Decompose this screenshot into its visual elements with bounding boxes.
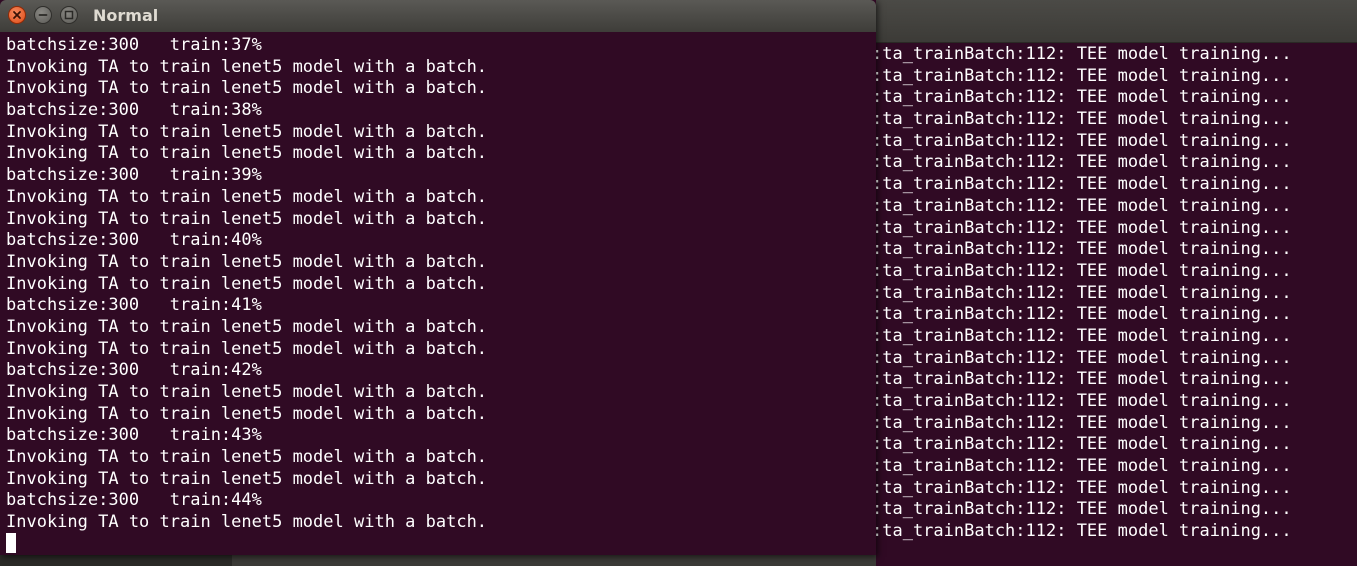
terminal-output: batchsize:300 train:37% Invoking TA to tr… (6, 35, 487, 534)
background-terminal-line: :ta_trainBatch:112: TEE model training..… (872, 347, 1292, 368)
maximize-icon (64, 10, 74, 20)
window-title: Normal (93, 6, 159, 25)
background-terminal-line: :ta_trainBatch:112: TEE model training..… (872, 304, 1292, 325)
terminal-output-line: Invoking TA to train lenet5 model with a… (6, 251, 488, 272)
background-terminal-output: :ta_trainBatch:112: TEE model training..… (872, 44, 1357, 543)
background-terminal-line: :ta_trainBatch:112: TEE model training..… (872, 260, 1292, 281)
terminal-output-line: Invoking TA to train lenet5 model with a… (6, 382, 488, 402)
terminal-output-line: Invoking TA to train lenet5 model with a… (6, 512, 488, 533)
background-terminal-line: :ta_trainBatch:112: TEE model training..… (872, 217, 1292, 238)
maximize-button[interactable] (60, 6, 78, 24)
terminal-output-line: batchsize:300 train:43% (6, 425, 262, 446)
close-icon (13, 11, 21, 19)
terminal-output-line: Invoking TA to train lenet5 model with a… (6, 273, 488, 294)
background-terminal-line: :ta_trainBatch:112: TEE model training..… (872, 477, 1292, 498)
minimize-button[interactable] (34, 6, 52, 24)
background-terminal-line: :ta_trainBatch:112: TEE model training..… (872, 391, 1292, 411)
background-terminal-line: :ta_trainBatch:112: TEE model training..… (872, 152, 1292, 173)
terminal-output-line: Invoking TA to train lenet5 model with a… (6, 143, 488, 164)
terminal-output-line: batchsize:300 train:44% (6, 490, 262, 511)
background-terminal-line: :ta_trainBatch:112: TEE model training..… (872, 412, 1292, 433)
terminal-output-line: batchsize:300 train:41% (6, 295, 262, 316)
terminal-output-line: Invoking TA to train lenet5 model with a… (6, 56, 488, 77)
background-terminal-line: :ta_trainBatch:112: TEE model training..… (872, 195, 1292, 216)
background-terminal-line: :ta_trainBatch:112: TEE model training..… (872, 239, 1292, 260)
background-terminal-line: :ta_trainBatch:112: TEE model training..… (872, 521, 1292, 542)
background-terminal-line: :ta_trainBatch:112: TEE model training..… (872, 174, 1292, 195)
terminal-output-line: batchsize:300 train:38% (6, 100, 262, 121)
minimize-icon (38, 14, 48, 16)
background-terminal-line: :ta_trainBatch:112: TEE model training..… (872, 434, 1292, 455)
terminal-titlebar[interactable]: Normal (0, 0, 876, 32)
terminal-window[interactable]: Normal batchsize:300 train:37% Invoking T… (0, 0, 876, 555)
terminal-output-line: Invoking TA to train lenet5 model with a… (6, 78, 488, 99)
terminal-output-line: Invoking TA to train lenet5 model with a… (6, 186, 488, 207)
terminal-output-line: Invoking TA to train lenet5 model with a… (6, 208, 488, 229)
terminal-output-line: Invoking TA to train lenet5 model with a… (6, 403, 488, 424)
terminal-output-line: Invoking TA to train lenet5 model with a… (6, 316, 488, 337)
terminal-output-line: Invoking TA to train lenet5 model with a… (6, 121, 488, 142)
terminal-output-line: Invoking TA to train lenet5 model with a… (6, 447, 488, 468)
close-button[interactable] (8, 6, 26, 24)
background-terminal-line: :ta_trainBatch:112: TEE model training..… (872, 282, 1292, 303)
background-terminal-line: :ta_trainBatch:112: TEE model training..… (872, 87, 1292, 108)
terminal-output-line: batchsize:300 train:37% (6, 35, 262, 55)
background-terminal-line: :ta_trainBatch:112: TEE model training..… (872, 44, 1292, 64)
terminal-cursor (6, 533, 16, 553)
terminal-output-line: Invoking TA to train lenet5 model with a… (6, 468, 488, 489)
terminal-output-line: batchsize:300 train:39% (6, 165, 262, 186)
background-terminal-line: :ta_trainBatch:112: TEE model training..… (872, 130, 1292, 151)
terminal-output-line: Invoking TA to train lenet5 model with a… (6, 338, 488, 359)
terminal-output-line: batchsize:300 train:40% (6, 230, 262, 251)
background-terminal-line: :ta_trainBatch:112: TEE model training..… (872, 325, 1292, 346)
desktop: :ta_trainBatch:112: TEE model training..… (0, 0, 1357, 566)
background-terminal-line: :ta_trainBatch:112: TEE model training..… (872, 65, 1292, 86)
background-terminal-line: :ta_trainBatch:112: TEE model training..… (872, 499, 1292, 520)
background-terminal-line: :ta_trainBatch:112: TEE model training..… (872, 369, 1292, 390)
background-terminal-line: :ta_trainBatch:112: TEE model training..… (872, 109, 1292, 130)
background-terminal-line: :ta_trainBatch:112: TEE model training..… (872, 456, 1292, 477)
panel-strip-dark (0, 554, 232, 566)
terminal-output-line: batchsize:300 train:42% (6, 360, 262, 381)
